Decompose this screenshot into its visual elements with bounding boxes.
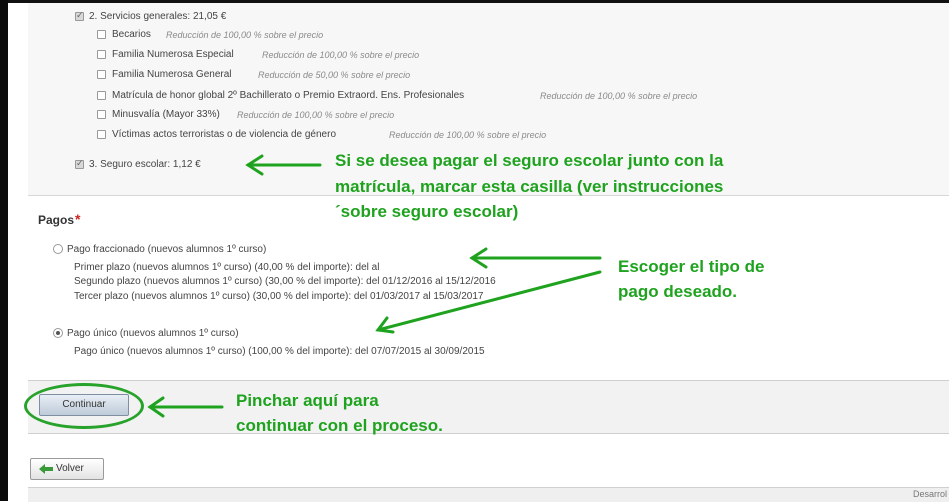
arrow-to-unico — [376, 270, 602, 332]
annotation-arrows — [147, 154, 602, 418]
arrow-to-unico-head — [375, 316, 395, 334]
